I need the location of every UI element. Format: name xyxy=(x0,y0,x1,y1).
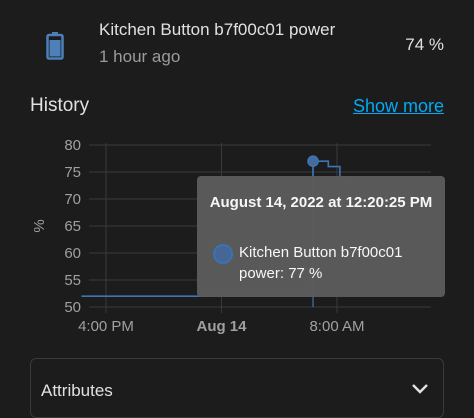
x-tick-label: Aug 14 xyxy=(196,318,247,335)
chart-tooltip: August 14, 2022 at 12:20:25 PM Kitchen B… xyxy=(197,176,445,297)
entity-name: Kitchen Button b7f00c01 power xyxy=(99,20,336,39)
x-tick-label: 8:00 AM xyxy=(309,318,364,335)
history-title: History xyxy=(30,95,90,116)
entity-row: Kitchen Button b7f00c01 power 1 hour ago… xyxy=(0,0,474,80)
y-tick-label: 55 xyxy=(64,272,81,289)
tooltip-body: Kitchen Button b7f00c01 power: 77 % xyxy=(239,244,403,282)
y-tick-label: 60 xyxy=(64,245,81,262)
y-axis-label: % xyxy=(31,219,48,232)
attributes-label: Attributes xyxy=(41,381,113,400)
y-tick-label: 65 xyxy=(64,218,81,235)
battery-icon xyxy=(46,32,64,60)
entity-state: 74 % xyxy=(405,35,444,54)
tooltip-title: August 14, 2022 at 12:20:25 PM xyxy=(209,194,433,211)
data-point-marker[interactable] xyxy=(307,155,319,168)
attributes-expander[interactable]: Attributes xyxy=(30,358,444,418)
y-tick-label: 50 xyxy=(64,299,81,316)
chevron-down-icon[interactable] xyxy=(411,383,429,395)
entity-last-changed: 1 hour ago xyxy=(99,47,181,66)
show-more-link[interactable]: Show more xyxy=(353,96,444,117)
tooltip-series-marker xyxy=(213,244,233,264)
y-tick-label: 70 xyxy=(64,191,81,208)
x-tick-label: 4:00 PM xyxy=(78,318,134,335)
y-tick-label: 75 xyxy=(64,164,81,181)
y-tick-label: 80 xyxy=(64,137,81,154)
